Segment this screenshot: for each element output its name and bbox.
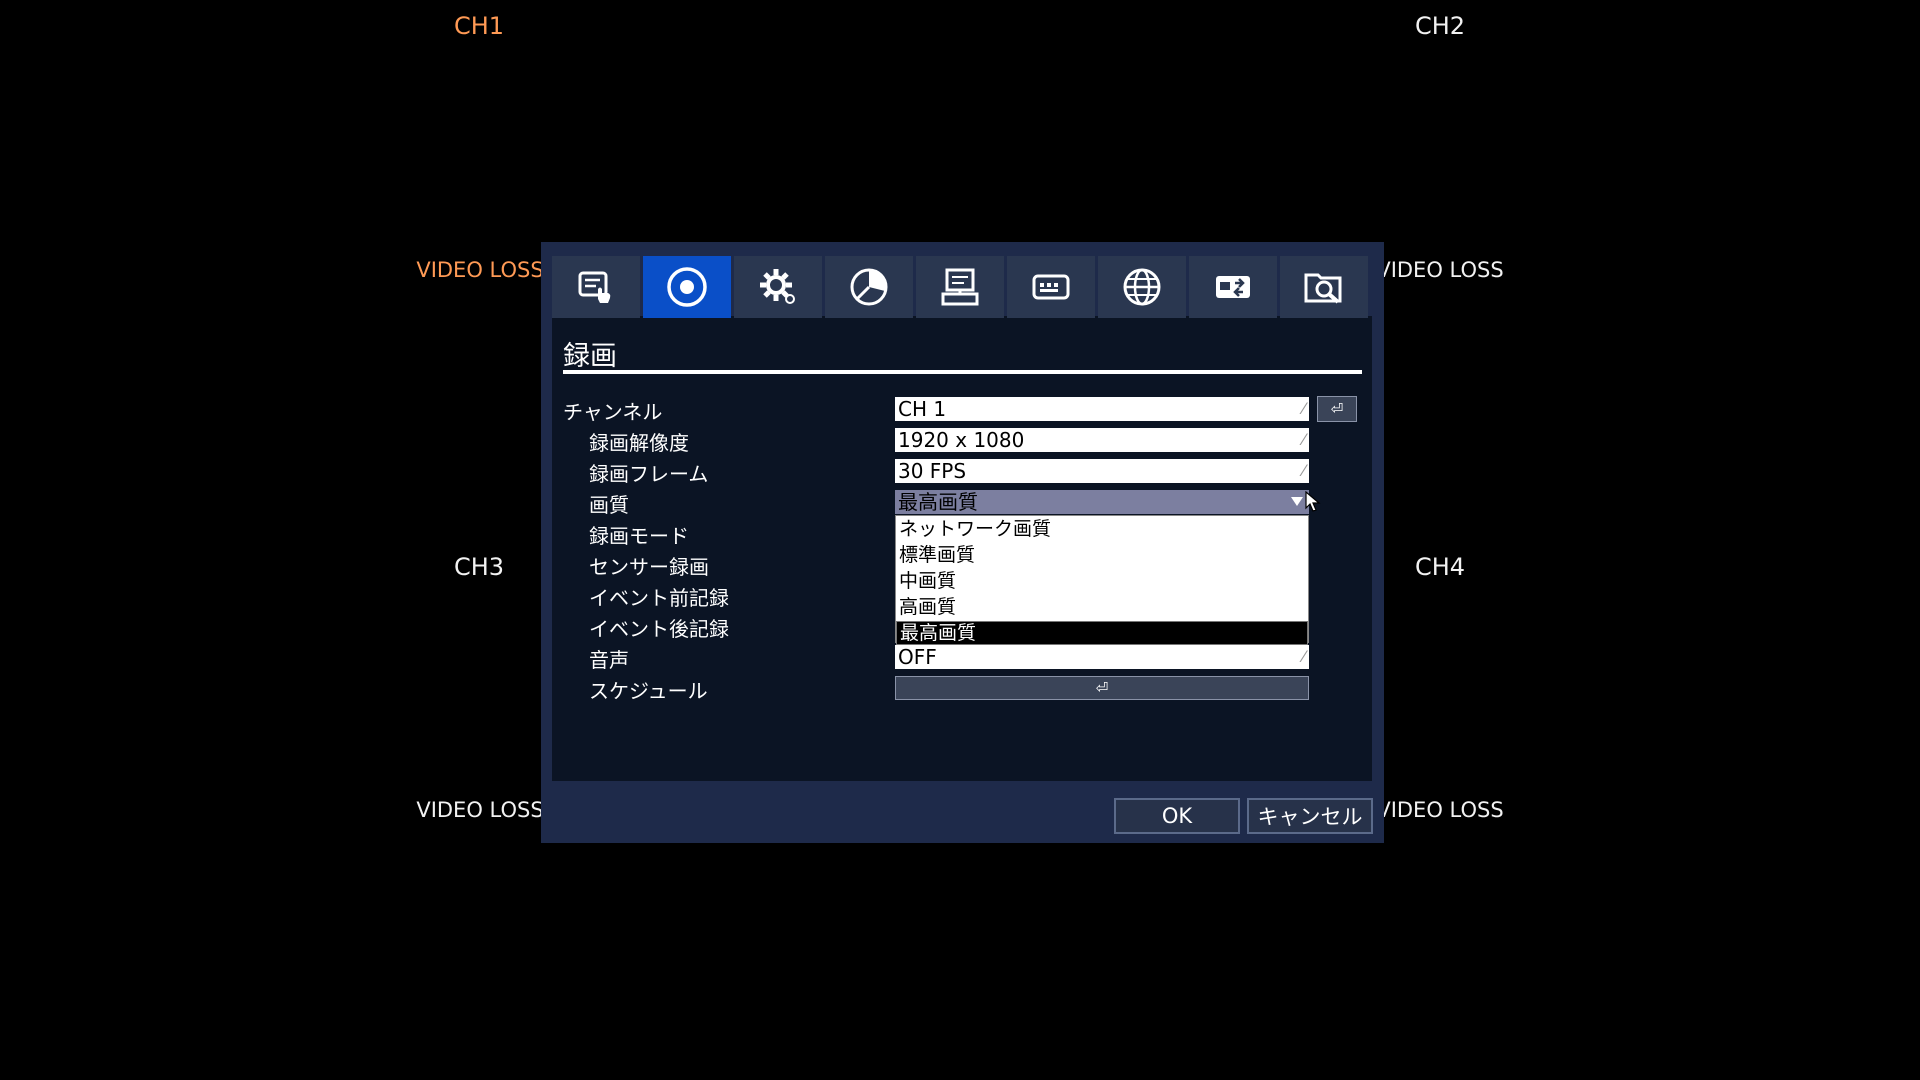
resolution-label: 録画解像度	[589, 431, 689, 455]
channel-value: CH 1	[898, 397, 947, 421]
quality-option[interactable]: 標準画質	[896, 542, 1308, 568]
gear-icon	[760, 269, 795, 304]
computer-icon	[941, 268, 979, 306]
edit-icon: ⁄	[1302, 430, 1305, 449]
quality-value: 最高画質	[898, 490, 978, 514]
resolution-select[interactable]: 1920 x 1080 ⁄	[895, 428, 1309, 452]
quality-dropdown-list: ネットワーク画質 標準画質 中画質 高画質 最高画質	[895, 515, 1309, 645]
frame-label: 録画フレーム	[589, 462, 709, 486]
frame-value: 30 FPS	[898, 459, 967, 483]
tab-network[interactable]	[1098, 256, 1186, 318]
menu-tab-bar	[552, 256, 1372, 318]
ok-button[interactable]: OK	[1114, 798, 1240, 834]
usb-drive-icon	[1216, 276, 1250, 298]
quality-label: 画質	[589, 493, 629, 517]
audio-select[interactable]: OFF ⁄	[895, 645, 1309, 669]
page-title: 録画	[563, 341, 617, 372]
post-event-label: イベント後記録	[589, 617, 729, 641]
record-settings-dialog: 録画 チャンネル 録画解像度 録画フレーム 画質 録画モード センサー録画 イベ…	[541, 242, 1384, 843]
mouse-cursor-icon	[1305, 491, 1321, 512]
keyboard-icon	[1032, 274, 1070, 300]
setup-hand-icon	[578, 271, 611, 303]
quality-select[interactable]: 最高画質	[895, 490, 1309, 514]
resolution-value: 1920 x 1080	[898, 428, 1025, 452]
enter-icon: ⏎	[1330, 400, 1344, 418]
channel-copy-button[interactable]: ⏎	[1317, 396, 1357, 422]
ch2-label: CH2	[1414, 12, 1466, 40]
edit-icon: ⁄	[1302, 461, 1305, 480]
pie-chart-icon	[850, 268, 888, 306]
cancel-button[interactable]: キャンセル	[1247, 798, 1373, 834]
ch1-video-loss: VIDEO LOSS	[416, 258, 544, 282]
search-folder-icon	[1304, 273, 1342, 304]
tab-settings[interactable]	[734, 256, 822, 318]
schedule-label: スケジュール	[589, 679, 708, 703]
quality-option[interactable]: 中画質	[896, 568, 1308, 594]
schedule-button[interactable]: ⏎	[895, 676, 1309, 700]
chevron-down-icon	[1291, 497, 1303, 506]
tab-status[interactable]	[825, 256, 913, 318]
record-icon	[667, 267, 707, 307]
channel-select[interactable]: CH 1 ⁄	[895, 397, 1309, 421]
audio-label: 音声	[589, 648, 629, 672]
tab-record[interactable]	[643, 256, 731, 318]
enter-icon: ⏎	[1095, 679, 1109, 697]
channel-label: チャンネル	[563, 400, 663, 424]
quality-option-selected[interactable]: 最高画質	[896, 621, 1308, 645]
globe-icon	[1123, 268, 1161, 306]
ch2-video-loss: VIDEO LOSS	[1376, 258, 1504, 282]
tab-system[interactable]	[916, 256, 1004, 318]
ch4-video-loss: VIDEO LOSS	[1376, 798, 1504, 822]
edit-icon: ⁄	[1302, 399, 1305, 418]
tab-search[interactable]	[1280, 256, 1368, 318]
record-mode-label: 録画モード	[589, 524, 689, 548]
title-divider	[563, 370, 1362, 374]
quality-option[interactable]: 高画質	[896, 594, 1308, 620]
edit-icon: ⁄	[1302, 647, 1305, 666]
tab-setup[interactable]	[552, 256, 640, 318]
frame-select[interactable]: 30 FPS ⁄	[895, 459, 1309, 483]
tab-backup[interactable]	[1189, 256, 1277, 318]
tab-device[interactable]	[1007, 256, 1095, 318]
quality-option[interactable]: ネットワーク画質	[896, 516, 1308, 542]
sensor-record-label: センサー録画	[589, 555, 709, 579]
ch3-video-loss: VIDEO LOSS	[416, 798, 544, 822]
ch1-label: CH1	[453, 12, 505, 40]
audio-value: OFF	[898, 645, 937, 669]
pre-event-label: イベント前記録	[589, 586, 729, 610]
